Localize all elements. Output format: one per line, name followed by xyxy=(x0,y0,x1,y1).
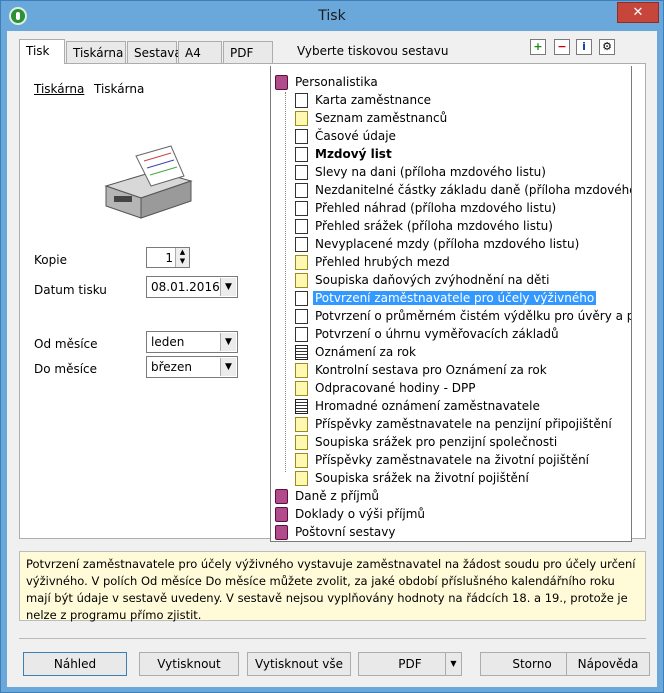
document-icon xyxy=(295,309,308,324)
tab-caption: Vyberte tiskovou sestavu xyxy=(297,44,449,58)
folder-icon xyxy=(295,453,308,468)
tree-item-label: Potvrzení o úhrnu vyměřovacích základů xyxy=(315,327,559,341)
tab-panel-tisk: Tiskárna Tiskárna Kopie 1 ▲ ▼ Datum tisk… xyxy=(19,63,646,542)
tree-label: Personalistika xyxy=(295,75,378,89)
document-icon xyxy=(295,201,308,216)
tree-item-label: Kontrolní sestava pro Oznámení za rok xyxy=(315,363,547,377)
tab-tiskarna[interactable]: Tiskárna xyxy=(66,41,126,63)
tree-item-label: Přehled náhrad (příloha mzdového listu) xyxy=(315,201,557,215)
dialog-client: Tisk Tiskárna Sestava A4 PDF Vyberte tis… xyxy=(7,31,657,687)
ledger-icon xyxy=(295,345,308,360)
print-date-picker[interactable]: 08.01.2016 ▼ xyxy=(146,276,238,298)
tab-a4[interactable]: A4 xyxy=(178,41,222,63)
print-button[interactable]: Vytisknout xyxy=(139,652,239,676)
pdf-split-button[interactable]: PDF ▼ xyxy=(358,652,462,676)
book-icon xyxy=(275,507,288,522)
print-date-value: 08.01.2016 xyxy=(151,280,220,294)
collapse-icon[interactable]: − xyxy=(554,39,570,55)
tree-item-label: Příspěvky zaměstnavatele na životní poji… xyxy=(315,453,590,467)
tree-connector xyxy=(285,92,286,472)
book-icon xyxy=(275,75,288,90)
book-icon xyxy=(275,525,288,540)
tree-item-label: Oznámení za rok xyxy=(315,345,416,359)
report-description: Potvrzení zaměstnavatele pro účely výživ… xyxy=(19,551,646,622)
printer-link[interactable]: Tiskárna xyxy=(34,82,84,96)
document-icon xyxy=(295,183,308,198)
help-button[interactable]: Nápověda xyxy=(566,652,650,676)
document-icon xyxy=(295,93,308,108)
document-icon xyxy=(295,291,308,306)
close-button[interactable]: ✕ xyxy=(617,2,659,23)
print-date-label: Datum tisku xyxy=(34,283,107,297)
folder-icon xyxy=(295,273,308,288)
copies-label: Kopie xyxy=(34,253,67,267)
tree-item-label: Přehled hrubých mezd xyxy=(315,255,450,269)
print-all-button[interactable]: Vytisknout vše xyxy=(247,652,351,676)
tree-item-label: Hromadné oznámení zaměstnavatele xyxy=(315,399,540,413)
document-icon xyxy=(295,129,308,144)
document-icon xyxy=(295,147,308,162)
chevron-down-icon[interactable]: ▼ xyxy=(220,333,236,351)
document-icon xyxy=(295,237,308,252)
tree-item-label: Nezdanitelné částky základu daně (příloh… xyxy=(315,183,632,197)
tree-item-label: Potvrzení zaměstnavatele pro účely výživ… xyxy=(313,291,597,305)
print-dialog: Tisk ✕ Tisk Tiskárna Sestava A4 PDF Vybe… xyxy=(0,0,664,693)
from-month-value: leden xyxy=(151,335,185,349)
document-icon xyxy=(295,165,308,180)
divider xyxy=(19,638,646,639)
printer-name: Tiskárna xyxy=(94,82,145,96)
tree-item-label: Karta zaměstnance xyxy=(315,93,432,107)
tree-item-label: Nevyplacené mzdy (příloha mzdového listu… xyxy=(315,237,580,251)
to-month-value: březen xyxy=(151,360,192,374)
copies-spinner[interactable]: 1 ▲ ▼ xyxy=(146,247,190,268)
document-icon xyxy=(295,219,308,234)
pdf-button-label[interactable]: PDF xyxy=(398,657,421,671)
copies-value: 1 xyxy=(165,251,173,265)
from-month-select[interactable]: leden ▼ xyxy=(146,331,238,353)
ledger-icon xyxy=(295,399,308,414)
tree-item-label: Soupiska srážek pro penzijní společnosti xyxy=(315,435,558,449)
tree-item-label: Časové údaje xyxy=(315,129,396,143)
tree-item-label: Soupiska daňových zvýhodnění na děti xyxy=(315,273,550,287)
chevron-down-icon[interactable]: ▼ xyxy=(220,358,236,376)
spin-down-icon[interactable]: ▼ xyxy=(176,257,189,266)
tree-item-label: Příspěvky zaměstnavatele na penzijní při… xyxy=(315,417,612,431)
tree-group-label: Poštovní sestavy xyxy=(295,525,396,539)
report-tree[interactable]: Personalistika Karta zaměstnance Seznam z… xyxy=(270,66,632,542)
book-icon xyxy=(275,489,288,504)
from-month-label: Od měsíce xyxy=(34,337,98,351)
tree-item-label: Seznam zaměstnanců xyxy=(315,111,448,125)
tree-group-label: Doklady o výši příjmů xyxy=(295,507,426,521)
tree-item-label: Potvrzení o průměrném čistém výdělku pro… xyxy=(315,309,632,323)
tree-item-label: Slevy na dani (příloha mzdového listu) xyxy=(315,165,546,179)
window-title: Tisk xyxy=(318,8,346,24)
settings-icon[interactable]: ⚙ xyxy=(599,39,615,55)
tab-sestava[interactable]: Sestava xyxy=(127,41,182,63)
tab-tisk[interactable]: Tisk xyxy=(19,39,65,64)
to-month-select[interactable]: březen ▼ xyxy=(146,356,238,378)
spin-up-icon[interactable]: ▲ xyxy=(176,248,189,257)
folder-icon xyxy=(295,435,308,450)
tree-item-label: Soupiska srážek na životní pojištění xyxy=(315,471,529,485)
printer-icon xyxy=(104,145,193,219)
tree-group-label: Daně z příjmů xyxy=(295,489,380,503)
folder-icon xyxy=(295,363,308,378)
folder-icon xyxy=(295,255,308,270)
folder-icon xyxy=(295,111,308,126)
titlebar: Tisk ✕ xyxy=(1,1,663,31)
chevron-down-icon[interactable]: ▼ xyxy=(445,653,461,675)
document-icon xyxy=(295,327,308,342)
tree-item-label: Odpracované hodiny - DPP xyxy=(315,381,476,395)
to-month-label: Do měsíce xyxy=(34,362,98,376)
folder-icon xyxy=(295,381,308,396)
tree-item-label: Přehled srážek (příloha mzdového listu) xyxy=(315,219,553,233)
preview-button[interactable]: Náhled xyxy=(23,652,127,676)
tab-pdf[interactable]: PDF xyxy=(223,41,273,63)
expand-icon[interactable]: + xyxy=(530,39,546,55)
tree-item-label: Mzdový list xyxy=(315,147,392,161)
chevron-down-icon[interactable]: ▼ xyxy=(220,278,236,296)
folder-icon xyxy=(295,471,308,486)
folder-icon xyxy=(295,417,308,432)
info-icon[interactable]: i xyxy=(576,39,592,55)
